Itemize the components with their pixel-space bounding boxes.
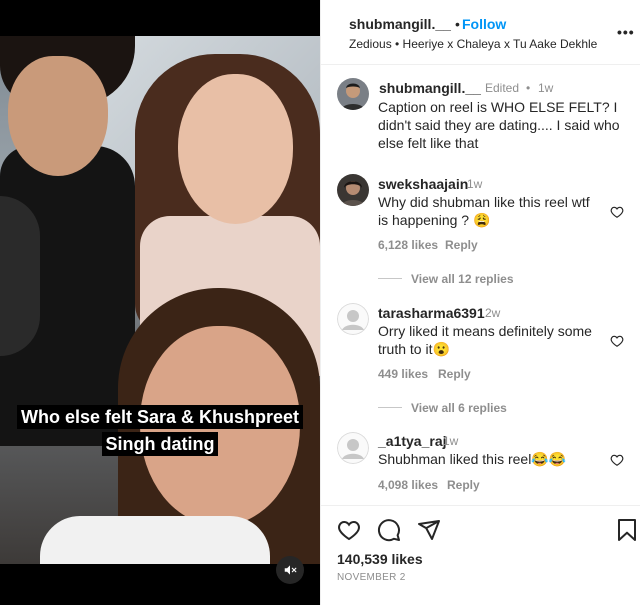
avatar[interactable] bbox=[337, 174, 369, 206]
reply-button[interactable]: Reply bbox=[438, 367, 471, 381]
more-icon[interactable]: ••• bbox=[617, 24, 635, 40]
reel-video-frame[interactable] bbox=[0, 36, 320, 564]
bookmark-icon[interactable] bbox=[617, 518, 637, 542]
author-username[interactable]: shubmangill.__ bbox=[349, 16, 451, 32]
overlay-caption-line-2: Singh dating bbox=[101, 432, 219, 456]
comment-username[interactable]: swekshaajain bbox=[378, 176, 468, 192]
caption-username[interactable]: shubmangill.__ bbox=[379, 80, 481, 96]
overlay-caption-line-1: Who else felt Sara & Khushpreet bbox=[16, 405, 304, 429]
caption-edited: Edited bbox=[485, 81, 520, 95]
follow-button[interactable]: Follow bbox=[462, 16, 506, 32]
comment-username[interactable]: tarasharma6391 bbox=[378, 305, 485, 321]
comment-likes[interactable]: 4,098 likes bbox=[378, 478, 438, 492]
comment-text: Orry liked it means definitely some trut… bbox=[378, 323, 592, 357]
default-avatar-icon bbox=[337, 303, 369, 335]
post-header: shubmangill.__ • Follow Zedious • Heeriy… bbox=[321, 0, 640, 65]
avatar[interactable] bbox=[337, 432, 369, 464]
view-replies-button[interactable]: View all 12 replies bbox=[411, 272, 514, 286]
comment-time[interactable]: 1w bbox=[443, 434, 458, 448]
likes-count[interactable]: 140,539 likes bbox=[337, 551, 423, 567]
reel-media[interactable]: Who else felt Sara & Khushpreet Singh da… bbox=[0, 0, 320, 605]
heart-icon[interactable] bbox=[610, 334, 624, 348]
reel-overlay-caption: Who else felt Sara & Khushpreet Singh da… bbox=[0, 404, 320, 458]
replies-divider bbox=[378, 407, 402, 408]
author-avatar-image bbox=[337, 78, 369, 110]
avatar[interactable] bbox=[337, 303, 369, 335]
default-avatar-icon bbox=[337, 432, 369, 464]
post-actions: 140,539 likes NOVEMBER 2 bbox=[321, 505, 640, 605]
comment-username[interactable]: _a1tya_raj bbox=[378, 433, 447, 449]
audio-track-link[interactable]: Zedious • Heeriye x Chaleya x Tu Aake De… bbox=[349, 37, 597, 51]
mute-button[interactable] bbox=[276, 556, 304, 584]
comment-likes[interactable]: 449 likes bbox=[378, 367, 428, 381]
comment-time[interactable]: 2w bbox=[485, 306, 500, 320]
post-date[interactable]: NOVEMBER 2 bbox=[337, 572, 406, 583]
comment-likes[interactable]: 6,128 likes bbox=[378, 238, 438, 252]
person-right-face bbox=[178, 74, 293, 224]
person-edge bbox=[0, 196, 40, 356]
view-replies-button[interactable]: View all 6 replies bbox=[411, 401, 507, 415]
comment-text: Why did shubman like this reel wtf is ha… bbox=[378, 194, 590, 228]
heart-icon[interactable] bbox=[337, 518, 361, 542]
caption-time[interactable]: 1w bbox=[538, 81, 553, 95]
comment-icon[interactable] bbox=[377, 518, 401, 542]
header-separator: • bbox=[455, 16, 460, 32]
comments-list[interactable]: shubmangill.__ Edited • 1w Caption on re… bbox=[321, 66, 640, 506]
reply-button[interactable]: Reply bbox=[447, 478, 480, 492]
avatar[interactable] bbox=[337, 78, 369, 110]
heart-icon[interactable] bbox=[610, 205, 624, 219]
share-icon[interactable] bbox=[417, 518, 441, 542]
heart-icon[interactable] bbox=[610, 453, 624, 467]
caption-separator: • bbox=[526, 81, 531, 95]
replies-divider bbox=[378, 278, 402, 279]
caption-text: Caption on reel is WHO ELSE FELT? I didn… bbox=[378, 99, 620, 151]
commenter-avatar-image bbox=[337, 174, 369, 206]
instagram-post: Who else felt Sara & Khushpreet Singh da… bbox=[0, 0, 640, 605]
comment-time[interactable]: 1w bbox=[467, 177, 482, 191]
muted-speaker-icon bbox=[284, 565, 297, 575]
person-left-face bbox=[8, 56, 108, 176]
person-front-top bbox=[40, 516, 270, 564]
reply-button[interactable]: Reply bbox=[445, 238, 478, 252]
post-side-panel: shubmangill.__ • Follow Zedious • Heeriy… bbox=[320, 0, 640, 605]
comment-text: Shubhman liked this reel😂😂 bbox=[378, 451, 567, 467]
